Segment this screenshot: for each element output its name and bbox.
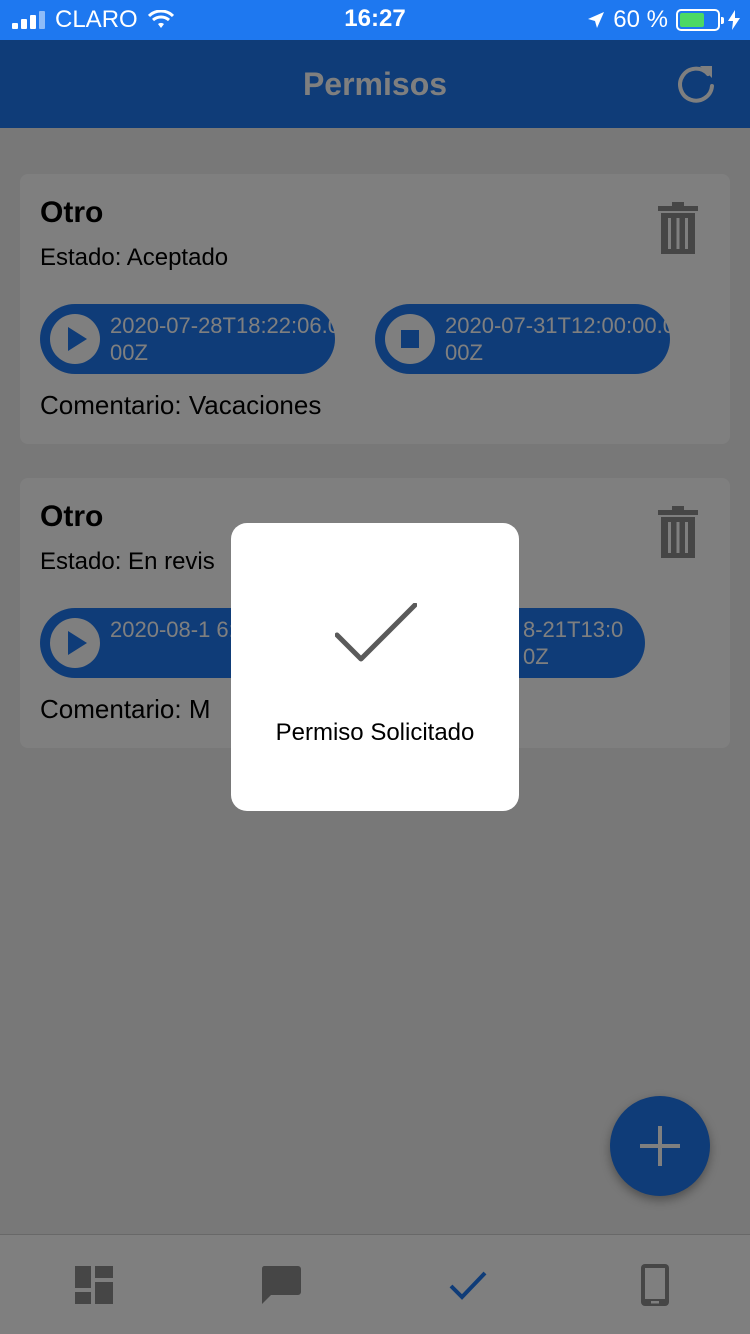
success-toast: Permiso Solicitado: [231, 523, 519, 811]
checkmark-icon: [335, 603, 417, 662]
battery-icon: [676, 9, 724, 31]
location-arrow-icon: [588, 12, 605, 28]
status-bar: CLARO 16:27 60 %: [0, 0, 750, 40]
toast-message: Permiso Solicitado: [275, 719, 475, 746]
battery-percent: 60 %: [613, 6, 668, 33]
charging-bolt-icon: [728, 10, 740, 30]
